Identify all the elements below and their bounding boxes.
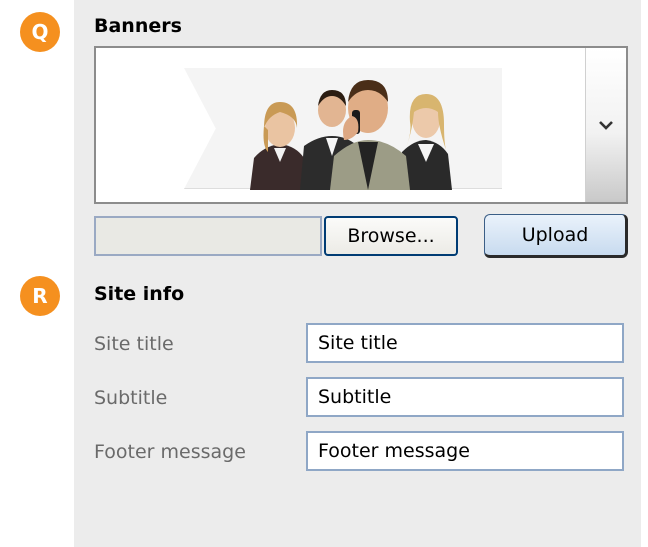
site-info-heading: Site info — [94, 283, 185, 305]
step-marker-r: R — [20, 276, 60, 316]
subtitle-input[interactable] — [306, 377, 624, 417]
upload-button[interactable]: Upload — [484, 214, 628, 258]
person-woman-left — [250, 102, 306, 190]
chevron-down-icon — [599, 121, 613, 130]
site-title-input[interactable] — [306, 323, 624, 363]
subtitle-label: Subtitle — [94, 387, 168, 409]
banner-image — [250, 80, 452, 190]
dropdown-toggle[interactable] — [585, 48, 626, 202]
file-path-input[interactable] — [94, 216, 322, 256]
site-title-label: Site title — [94, 333, 174, 355]
step-marker-q: Q — [20, 12, 60, 52]
footer-message-input[interactable] — [306, 431, 624, 471]
banners-heading: Banners — [94, 15, 182, 37]
footer-message-label: Footer message — [94, 441, 246, 463]
banner-select[interactable] — [94, 46, 628, 204]
browse-button[interactable]: Browse... — [324, 216, 458, 256]
